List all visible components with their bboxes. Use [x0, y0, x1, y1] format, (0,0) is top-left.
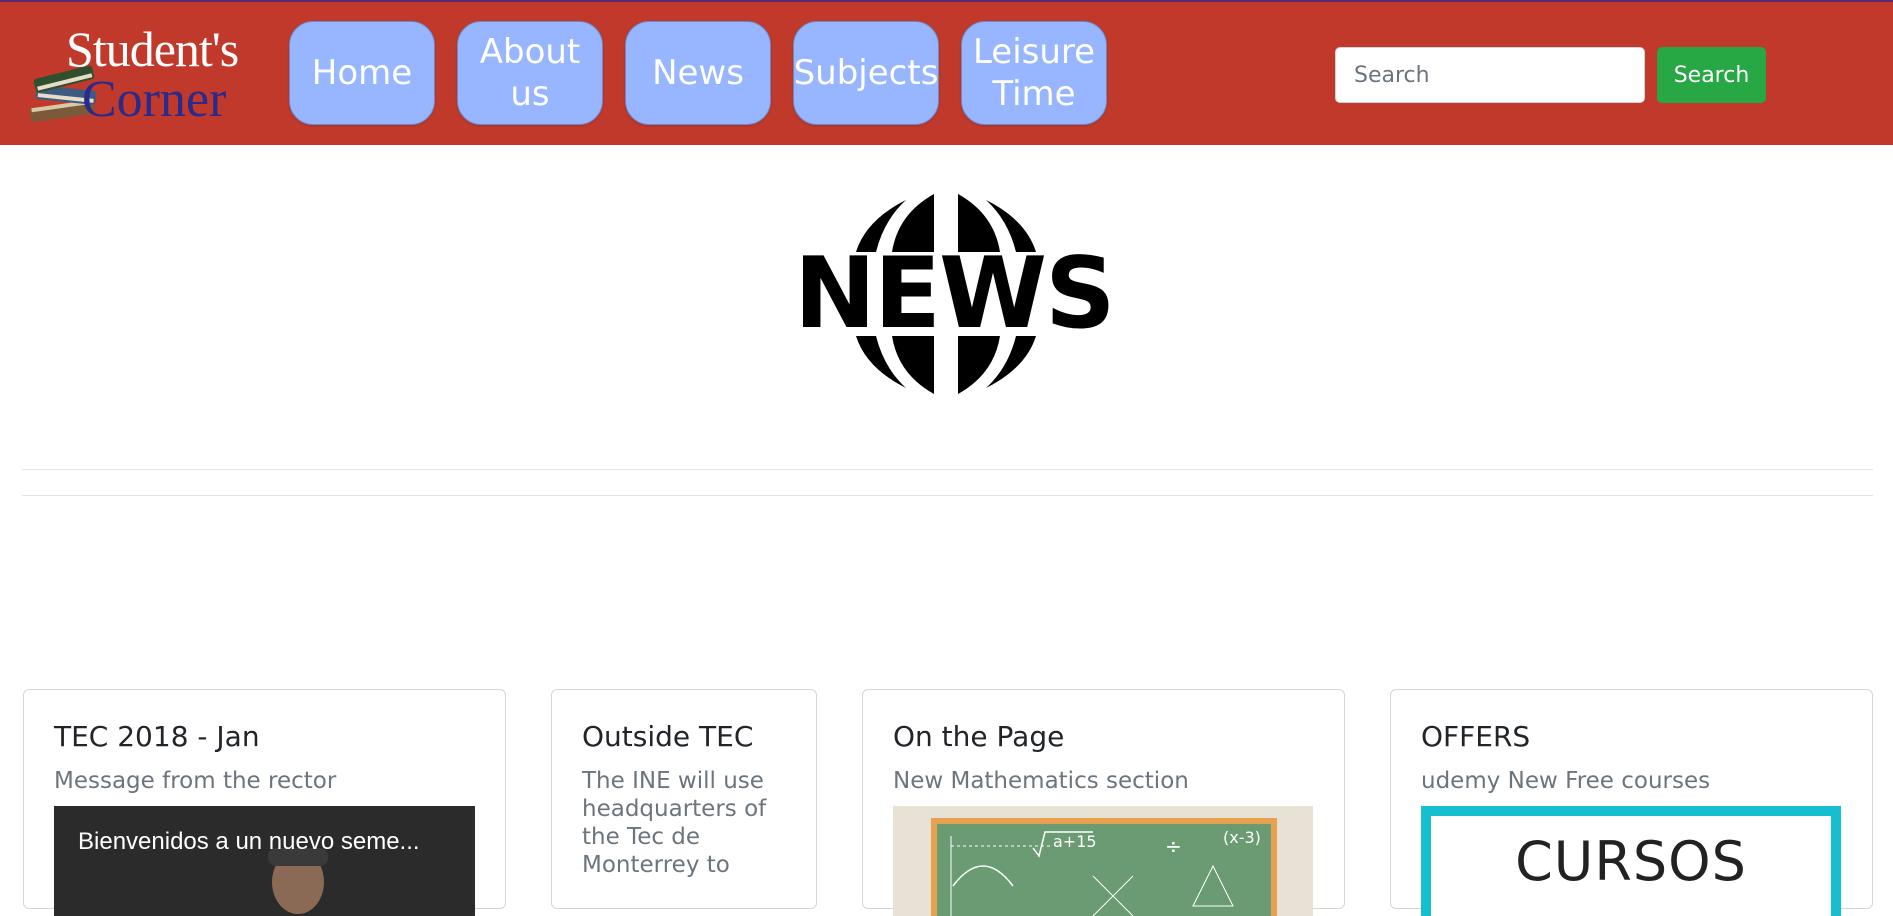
- card-title: TEC 2018 - Jan: [54, 720, 260, 753]
- board-formula: (x-3): [1223, 828, 1261, 847]
- chalkboard-image[interactable]: a+15 (x-3) ÷: [893, 806, 1313, 916]
- video-title: Bienvenidos a un nuevo seme...: [78, 828, 420, 855]
- card-title: OFFERS: [1421, 720, 1531, 753]
- logo-text-bottom: Corner: [82, 71, 227, 128]
- card-subtitle: Message from the rector: [54, 768, 337, 794]
- nav-leisure-button[interactable]: Leisure Time: [961, 21, 1107, 125]
- card-tec-2018: TEC 2018 - Jan Message from the rector B…: [23, 689, 506, 916]
- nav-subjects-button[interactable]: Subjects: [793, 21, 939, 125]
- card-subtitle-line: The INE will use: [582, 768, 764, 794]
- search-input[interactable]: [1335, 47, 1645, 103]
- divider: [22, 495, 1873, 496]
- video-player[interactable]: Bienvenidos a un nuevo seme...: [54, 806, 475, 916]
- card-subtitle: New Mathematics section: [893, 768, 1189, 794]
- chalkboard-icon: [931, 818, 1277, 916]
- divider: [22, 469, 1873, 470]
- offer-image[interactable]: CURSOS: [1421, 806, 1841, 916]
- site-logo[interactable]: Student's Corner: [20, 18, 260, 130]
- board-formula: a+15: [1053, 832, 1097, 851]
- person-thumbnail-icon: [54, 806, 475, 916]
- card-offers: OFFERS udemy New Free courses CURSOS: [1390, 689, 1873, 916]
- card-title: On the Page: [893, 720, 1065, 753]
- search-button[interactable]: Search: [1657, 47, 1766, 103]
- card-subtitle: The INE will use headquarters of the Tec…: [582, 767, 766, 879]
- news-logo-text: NEWS: [794, 237, 1116, 351]
- board-operator: ÷: [1165, 834, 1182, 858]
- nav-home-button[interactable]: Home: [289, 21, 435, 125]
- card-title: Outside TEC: [582, 720, 754, 753]
- card-subtitle-line: headquarters of: [582, 796, 767, 822]
- nav-news-button[interactable]: News: [625, 21, 771, 125]
- card-on-the-page: On the Page New Mathematics section a+15…: [862, 689, 1345, 916]
- card-subtitle: udemy New Free courses: [1421, 768, 1711, 794]
- card-outside-tec: Outside TEC The INE will use headquarter…: [551, 689, 817, 909]
- card-subtitle-line: Monterrey to: [582, 852, 730, 878]
- top-navbar: Student's Corner Home About us News Subj…: [0, 0, 1893, 145]
- news-logo: NEWS: [794, 190, 1116, 398]
- offer-image-text: CURSOS: [1515, 830, 1747, 893]
- nav-about-button[interactable]: About us: [457, 21, 603, 125]
- card-subtitle-line: the Tec de: [582, 824, 701, 850]
